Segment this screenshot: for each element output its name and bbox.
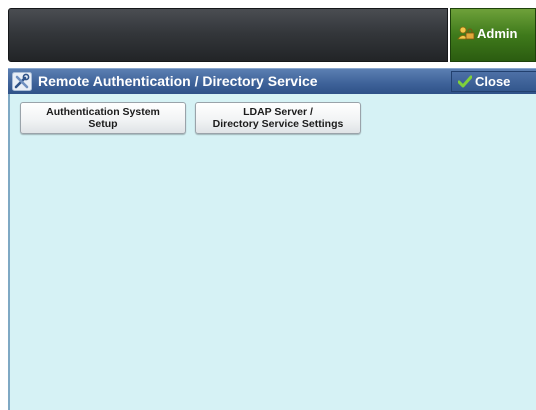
admin-label: Admin [477, 26, 518, 41]
admin-button[interactable]: Admin [450, 8, 536, 62]
title-bar: Remote Authentication / Directory Servic… [8, 68, 536, 94]
button-label-line2: Directory Service Settings [212, 118, 344, 130]
close-button[interactable]: Close [451, 71, 536, 92]
page-title: Remote Authentication / Directory Servic… [38, 73, 318, 89]
screen: Admin Remote Authentication / Directory … [0, 0, 536, 410]
close-label: Close [475, 74, 511, 89]
tools-icon [12, 72, 32, 91]
authentication-system-setup-button[interactable]: Authentication System Setup [20, 102, 186, 134]
button-label-line2: Setup [88, 118, 118, 130]
status-bar [8, 8, 448, 62]
content-panel: Authentication System Setup LDAP Server … [8, 94, 536, 410]
button-label-line1: Authentication System [46, 106, 160, 118]
ldap-server-settings-button[interactable]: LDAP Server / Directory Service Settings [195, 102, 361, 134]
checkmark-icon [458, 75, 472, 88]
button-label-line1: LDAP Server / [243, 106, 313, 118]
admin-user-icon [457, 26, 475, 40]
